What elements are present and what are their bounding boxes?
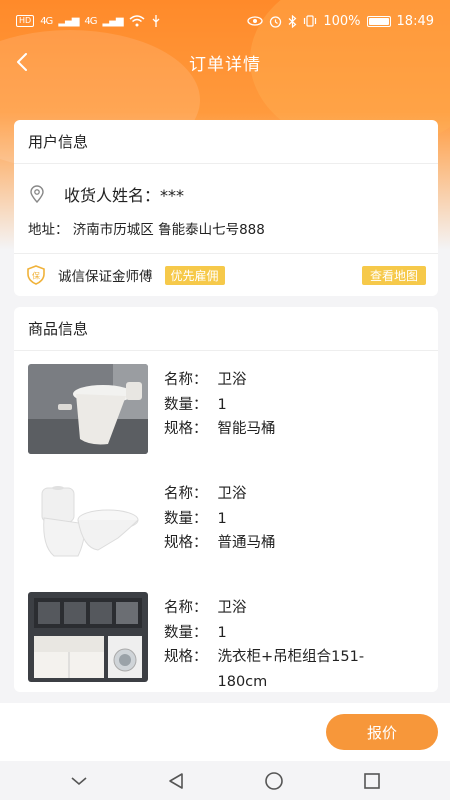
- vibrate-icon: [304, 15, 317, 27]
- product-image-standard-toilet: [28, 478, 148, 568]
- name-label: 名称：: [164, 486, 208, 502]
- name-label: 名称：: [164, 600, 208, 616]
- location-pin-icon: [30, 185, 44, 203]
- chevron-down-icon[interactable]: [70, 776, 88, 786]
- back-triangle-icon[interactable]: [167, 772, 185, 790]
- battery-percent: 100%: [323, 13, 361, 29]
- goods-name: 卫浴: [217, 486, 247, 502]
- qty-label: 数量：: [164, 510, 208, 527]
- recents-square-icon[interactable]: [363, 772, 381, 790]
- product-image-laundry-cabinet: [28, 592, 148, 682]
- view-map-button[interactable]: 查看地图: [361, 265, 426, 285]
- goods-info: 名称： 卫浴 数量： 1 规格： 洗衣柜+吊柜组合151-180cm: [164, 596, 404, 694]
- svg-text:保: 保: [32, 271, 40, 281]
- clock: 18:49: [396, 13, 434, 29]
- quote-button[interactable]: 报价: [326, 714, 438, 750]
- alarm-icon: [270, 15, 282, 28]
- goods-spec: 智能马桶: [217, 421, 276, 437]
- home-circle-icon[interactable]: [264, 771, 284, 791]
- goods-item[interactable]: 名称： 卫浴 数量： 1 规格： 洗衣柜+吊柜组合151-180cm: [28, 592, 428, 690]
- spec-label: 规格：: [164, 535, 208, 551]
- signal-icon: ▂▄▆: [58, 15, 79, 27]
- goods-name: 卫浴: [217, 600, 247, 616]
- user-info-card: 用户信息 收货人姓名：*** 地址： 济南市历城区 鲁能泰山七号888 保 诚信…: [14, 120, 438, 296]
- goods-qty: 1: [217, 624, 227, 641]
- bluetooth-icon: [288, 14, 297, 28]
- eye-icon: [247, 16, 264, 26]
- back-button[interactable]: [8, 48, 36, 76]
- nav-bar: 订单详情: [0, 42, 450, 82]
- goods-info: 名称： 卫浴 数量： 1 规格： 智能马桶: [164, 368, 404, 442]
- product-image-smart-toilet: [28, 364, 148, 454]
- goods-spec: 洗衣柜+吊柜组合151-180cm: [217, 649, 365, 690]
- priority-tag: 优先雇佣: [164, 265, 225, 285]
- goods-spec: 普通马桶: [217, 535, 276, 551]
- qty-label: 数量：: [164, 624, 208, 641]
- trust-label: 诚信保证金师傅: [58, 269, 153, 285]
- wifi-icon: [129, 15, 145, 27]
- page-title: 订单详情: [189, 54, 261, 75]
- address-text: 地址： 济南市历城区 鲁能泰山七号888: [28, 222, 265, 238]
- goods-item[interactable]: 名称： 卫浴 数量： 1 规格： 智能马桶: [28, 364, 428, 456]
- spec-label: 规格：: [164, 421, 208, 437]
- bottom-action-bar: 报价: [0, 703, 450, 761]
- signal-icon-2: ▂▄▆: [102, 15, 124, 27]
- name-label: 名称：: [164, 372, 208, 388]
- user-info-title: 用户信息: [14, 120, 438, 164]
- consignee-row: 收货人姓名：***: [28, 182, 184, 206]
- goods-item[interactable]: 名称： 卫浴 数量： 1 规格： 普通马桶: [28, 478, 428, 570]
- status-bar: HD 4G ▂▄▆ 4G ▂▄▆ 100% 18:49: [0, 0, 450, 42]
- usb-icon: [152, 15, 160, 27]
- network-type-1: 4G: [40, 15, 53, 27]
- goods-info: 名称： 卫浴 数量： 1 规格： 普通马桶: [164, 482, 404, 556]
- chevron-left-icon: [17, 53, 27, 71]
- qty-label: 数量：: [164, 396, 208, 413]
- goods-info-card: 商品信息 名称： 卫浴 数量： 1 规格： 智能马桶 名称： 卫浴 数量： 1 …: [14, 307, 438, 692]
- goods-info-title: 商品信息: [14, 307, 438, 351]
- goods-qty: 1: [217, 396, 227, 413]
- network-type-2: 4G: [84, 15, 97, 27]
- hd-badge: HD: [16, 15, 35, 27]
- spec-label: 规格：: [164, 649, 208, 665]
- trust-row: 保 诚信保证金师傅 优先雇佣 查看地图: [14, 254, 438, 296]
- system-nav-bar: [0, 761, 450, 800]
- shield-icon: 保: [27, 265, 45, 285]
- goods-name: 卫浴: [217, 372, 247, 388]
- battery-icon: [366, 15, 391, 27]
- consignee-name: 收货人姓名：***: [64, 186, 185, 205]
- goods-qty: 1: [217, 510, 227, 527]
